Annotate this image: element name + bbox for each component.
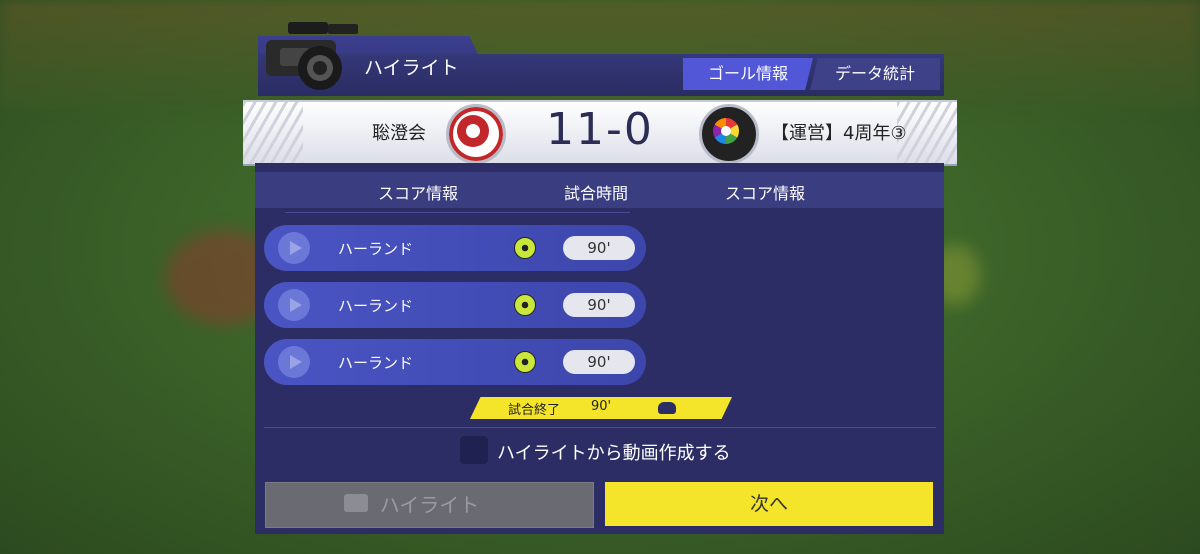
goal-row[interactable]: ハーランド 90': [264, 339, 646, 385]
goal-minute: 90': [563, 236, 635, 260]
soccer-ball-icon: [514, 294, 536, 316]
full-time-minute: 90': [591, 399, 612, 414]
divider: [285, 212, 630, 213]
away-team-name: 【運営】4周年③: [771, 123, 907, 144]
tab-goal-info[interactable]: ゴール情報: [683, 58, 813, 90]
play-icon[interactable]: [278, 346, 310, 378]
column-home-score-info: スコア情報: [378, 184, 459, 203]
goal-minute: 90': [563, 293, 635, 317]
full-time-label: 試合終了: [508, 403, 561, 418]
column-match-time: 試合時間: [564, 184, 629, 203]
decor-hatch: [243, 102, 303, 164]
home-team-name: 聡澄会: [372, 123, 426, 144]
create-video-label[interactable]: ハイライトから動画作成する: [497, 439, 731, 465]
camera-icon: [344, 494, 368, 512]
divider: [264, 427, 936, 428]
video-camera-icon: [266, 22, 358, 90]
goal-row[interactable]: ハーランド 90': [264, 225, 646, 271]
soccer-ball-icon: [514, 237, 536, 259]
goal-minute: 90': [563, 350, 635, 374]
page-title: ハイライト: [364, 57, 459, 79]
highlight-button[interactable]: ハイライト: [265, 482, 594, 528]
away-team-emblem-icon: [699, 104, 759, 164]
play-icon[interactable]: [278, 289, 310, 321]
next-button[interactable]: 次へ: [605, 482, 933, 526]
match-score: 11-0: [546, 104, 654, 155]
home-team-emblem-icon: [446, 104, 506, 164]
create-video-checkbox[interactable]: [460, 436, 488, 464]
goal-scorer: ハーランド: [338, 297, 414, 315]
goal-scorer: ハーランド: [338, 354, 414, 372]
column-away-score-info: スコア情報: [725, 184, 806, 203]
play-icon[interactable]: [278, 232, 310, 264]
tab-data-stats[interactable]: データ統計: [810, 58, 940, 90]
goal-scorer: ハーランド: [338, 240, 414, 258]
goal-row[interactable]: ハーランド 90': [264, 282, 646, 328]
soccer-ball-icon: [514, 351, 536, 373]
whistle-icon: [658, 402, 676, 414]
